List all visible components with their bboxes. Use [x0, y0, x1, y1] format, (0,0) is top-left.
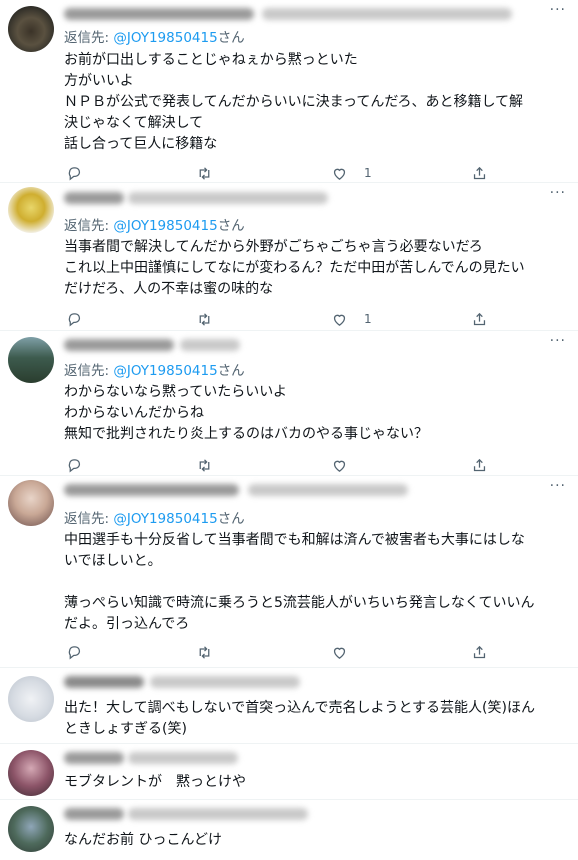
tweet-text: なんだお前 ひっこんどけ — [64, 832, 223, 848]
tweet-text: 中田選手も十分反省して当事者間でも和解は済んで被害者も大事にはしな いでほしいと… — [64, 532, 535, 632]
share-button[interactable] — [471, 308, 488, 330]
tweet-actions: 1 — [64, 162, 524, 184]
heart-icon — [333, 460, 346, 472]
like-button[interactable]: 1 — [331, 308, 372, 330]
share-button[interactable] — [471, 162, 488, 184]
reply-tweet: ··· 返信先: @JOY19850415さん お前が口出しすることじゃねぇから… — [0, 0, 578, 183]
reply-tweet: ··· 返信先: @JOY19850415さん わからないなら黙っていたらいいよ… — [0, 331, 578, 476]
more-icon[interactable]: ··· — [550, 478, 566, 494]
reply-button[interactable] — [66, 454, 83, 476]
retweet-button[interactable] — [196, 162, 213, 184]
retweet-button[interactable] — [196, 454, 213, 476]
reply-icon — [68, 645, 81, 659]
author-handle[interactable] — [248, 484, 408, 496]
more-icon[interactable]: ··· — [550, 2, 566, 18]
heart-icon — [333, 314, 346, 326]
like-count: 1 — [364, 166, 372, 180]
reply-icon — [68, 166, 81, 180]
like-button[interactable]: 1 — [331, 162, 372, 184]
author-name[interactable] — [64, 676, 144, 688]
reply-handle[interactable]: @JOY19850415 — [113, 511, 217, 527]
reply-prefix: 返信先: — [64, 218, 114, 234]
reply-button[interactable] — [66, 308, 83, 330]
tweet-text: 出た！大して調べもしないで首突っ込んで売名しようとする芸能人(笑)ほん ときしょ… — [64, 700, 535, 737]
author-name[interactable] — [64, 192, 124, 204]
avatar[interactable] — [8, 806, 54, 852]
retweet-icon — [199, 312, 210, 326]
tweet-text: 当事者間で解決してんだから外野がごちゃごちゃ言う必要ないだろ これ以上中田謹慎に… — [64, 239, 525, 297]
reply-tweet: 出た！大して調べもしないで首突っ込んで売名しようとする芸能人(笑)ほん ときしょ… — [0, 668, 578, 744]
retweet-icon — [199, 645, 210, 659]
reply-to: 返信先: @JOY19850415さん — [64, 214, 245, 234]
retweet-icon — [199, 458, 210, 472]
like-button[interactable] — [331, 454, 364, 476]
reply-to: 返信先: @JOY19850415さん — [64, 507, 245, 527]
avatar[interactable] — [8, 480, 54, 526]
reply-to: 返信先: @JOY19850415さん — [64, 26, 245, 46]
share-button[interactable] — [471, 641, 488, 663]
avatar[interactable] — [8, 676, 54, 722]
author-name[interactable] — [64, 8, 254, 20]
reply-tweet: ··· 返信先: @JOY19850415さん 当事者間で解決してんだから外野が… — [0, 183, 578, 331]
author-handle[interactable] — [180, 339, 240, 351]
reply-suffix: さん — [217, 363, 245, 379]
reply-prefix: 返信先: — [64, 30, 114, 46]
reply-button[interactable] — [66, 162, 83, 184]
reply-suffix: さん — [217, 30, 245, 46]
reply-handle[interactable]: @JOY19850415 — [113, 218, 217, 234]
author-handle[interactable] — [128, 808, 308, 820]
reply-icon — [68, 458, 81, 472]
reply-tweet: ··· 返信先: @JOY19850415さん 中田選手も十分反省して当事者間で… — [0, 476, 578, 668]
author-name[interactable] — [64, 339, 174, 351]
tweet-text: モブタレントが 黙っとけや — [64, 774, 246, 790]
reply-handle[interactable]: @JOY19850415 — [113, 30, 217, 46]
tweet-actions — [64, 454, 524, 476]
more-icon[interactable]: ··· — [550, 333, 566, 349]
share-icon — [473, 312, 486, 325]
author-handle[interactable] — [128, 192, 328, 204]
reply-prefix: 返信先: — [64, 363, 114, 379]
tweet-text: わからないなら黙っていたらいいよ わからないんだからね 無知で批判されたり炎上す… — [64, 384, 428, 442]
retweet-icon — [199, 166, 210, 180]
reply-prefix: 返信先: — [64, 511, 114, 527]
share-icon — [473, 166, 486, 179]
like-count: 1 — [364, 312, 372, 326]
heart-icon — [333, 647, 346, 659]
author-name[interactable] — [64, 808, 124, 820]
share-button[interactable] — [471, 454, 488, 476]
reply-to: 返信先: @JOY19850415さん — [64, 359, 245, 379]
more-icon[interactable]: ··· — [550, 185, 566, 201]
share-icon — [473, 458, 486, 471]
heart-icon — [333, 168, 346, 180]
avatar[interactable] — [8, 187, 54, 233]
reply-tweet: モブタレントが 黙っとけや — [0, 744, 578, 800]
reply-handle[interactable]: @JOY19850415 — [113, 363, 217, 379]
author-handle[interactable] — [128, 752, 238, 764]
reply-suffix: さん — [217, 511, 245, 527]
retweet-button[interactable] — [196, 308, 213, 330]
reply-button[interactable] — [66, 641, 83, 663]
author-name[interactable] — [64, 752, 124, 764]
avatar[interactable] — [8, 6, 54, 52]
author-name[interactable] — [64, 484, 239, 496]
tweet-actions: 1 — [64, 308, 524, 330]
tweet-text: お前が口出しすることじゃねぇから黙っといた 方がいいよ ＮＰＢが公式で発表してん… — [64, 52, 524, 152]
reply-suffix: さん — [217, 218, 245, 234]
like-button[interactable] — [331, 641, 364, 663]
reply-icon — [68, 312, 81, 326]
author-handle[interactable] — [262, 8, 512, 20]
tweet-actions — [64, 641, 524, 663]
author-handle[interactable] — [150, 676, 300, 688]
avatar[interactable] — [8, 337, 54, 383]
retweet-button[interactable] — [196, 641, 213, 663]
share-icon — [473, 645, 486, 658]
reply-tweet: なんだお前 ひっこんどけ — [0, 800, 578, 860]
avatar[interactable] — [8, 750, 54, 796]
